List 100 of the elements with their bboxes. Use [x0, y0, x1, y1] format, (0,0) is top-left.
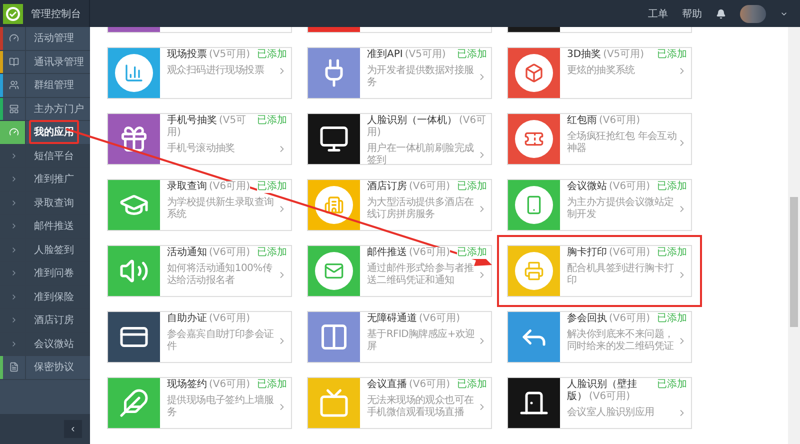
added-status: 已添加	[257, 49, 287, 61]
app-description: 解决你到底来不来问题，同时给来的发二维码凭证	[567, 329, 675, 353]
header-link[interactable]: 工单	[648, 6, 668, 20]
sidebar-item[interactable]: 准到保险	[0, 286, 90, 309]
collapse-button[interactable]: ‹	[64, 420, 82, 438]
sidebar-item[interactable]: 活动管理	[0, 27, 90, 50]
app-description: 配合机具签到进行胸卡打印	[567, 263, 675, 287]
app-title: 录取查询 (V6可用)	[167, 181, 252, 193]
app-card[interactable]: 活动通知 (V6可用) 已添加 如何将活动通知100%传达给活动报名者	[107, 245, 292, 297]
chevron-right-icon	[10, 246, 18, 254]
app-title: 红包雨 (V6可用)	[567, 115, 642, 127]
app-title: 人脸识别（壁挂版） (V6可用)	[567, 379, 638, 403]
sidebar-item[interactable]: 录取查询	[0, 192, 90, 215]
added-status: 已添加	[257, 379, 287, 391]
bell-icon[interactable]	[716, 8, 726, 18]
app-card[interactable]: 自助办证 (V6可用) 参会嘉宾自助打印参会证件	[107, 311, 292, 363]
console-title: 管理控制台	[31, 8, 81, 20]
added-status: 已添加	[257, 247, 287, 259]
logo-icon	[3, 4, 23, 24]
app-title: 参会回执 (V6可用)	[567, 313, 652, 325]
added-status: 已添加	[657, 49, 687, 61]
app-title: 无障碍通道 (V6可用)	[367, 313, 462, 325]
avatar[interactable]	[740, 4, 766, 22]
app-card[interactable]	[507, 27, 692, 33]
added-status: 已添加	[657, 181, 687, 193]
mail-icon	[324, 261, 344, 281]
app-card[interactable]: 录取查询 (V6可用) 已添加 为学校提供新生录取查询系统	[107, 179, 292, 231]
app-description: 全场疯狂抢红包 年会互动神器	[567, 131, 677, 155]
document-icon	[9, 362, 19, 372]
app-title: 邮件推送 (V6可用)	[367, 247, 452, 259]
app-card[interactable]: 酒店订房 (V6可用) 已添加 为大型活动提供多酒店在线订房拼房服务	[307, 179, 492, 231]
app-card[interactable]: 现场签约 (V6可用) 已添加 提供现场电子签约上墙服务	[107, 377, 292, 429]
sidebar-item[interactable]: 人脸签到	[0, 238, 90, 262]
app-card[interactable]: 人脸识别（一体机） (V6可用) 用户在一体机前刷脸完成签到	[307, 113, 492, 165]
app-title: 准到API (V5可用)	[367, 49, 447, 61]
app-card[interactable]: 3D抽奖 (V5可用) 已添加 更炫的抽奖系统	[507, 47, 692, 99]
app-title: 会议微站 (V6可用)	[567, 181, 652, 193]
app-card[interactable]: 手机号抽奖 (V5可用) 已添加 手机号滚动抽奖	[107, 113, 292, 165]
panel-icon	[9, 104, 19, 114]
app-card[interactable]: 红包雨 (V6可用) 全场疯狂抢红包 年会互动神器	[507, 113, 692, 165]
app-description: 如何将活动通知100%传达给活动报名者	[167, 263, 274, 287]
app-card[interactable]: 会议直播 (V6可用) 已添加 无法来现场的观众也可在手机微信观看现场直播	[307, 377, 492, 429]
sidebar-item[interactable]: 群组管理	[0, 74, 90, 98]
added-status: 已添加	[657, 247, 687, 259]
app-description: 为开发者提供数据对接服务	[367, 65, 475, 89]
app-card[interactable]: 准到API (V5可用) 已添加 为开发者提供数据对接服务	[307, 47, 492, 99]
app-description: 提供现场电子签约上墙服务	[167, 395, 275, 419]
app-card[interactable]: 无障碍通道 (V6可用) 基于RFID胸牌感应+欢迎屏	[307, 311, 492, 363]
app-card[interactable]: 胸卡打印 (V6可用) 已添加 配合机具签到进行胸卡打印	[507, 245, 692, 297]
building-icon	[324, 195, 344, 215]
sidebar-item[interactable]: 会议微站	[0, 332, 90, 356]
sidebar-item[interactable]: 准到问卷	[0, 262, 90, 286]
app-description: 为学校提供新生录取查询系统	[167, 197, 275, 221]
app-title: 现场签约 (V6可用)	[167, 379, 252, 391]
app-card[interactable]: 现场投票 (V5可用) 已添加 观众扫码进行现场投票	[107, 47, 292, 99]
chevron-right-icon	[10, 316, 18, 324]
app-card[interactable]: 邮件推送 (V6可用) 已添加 通过邮件形式给参与者推送二维码凭证和通知	[307, 245, 492, 297]
app-title: 人脸识别（一体机） (V6可用)	[367, 115, 487, 139]
gauge-icon	[9, 127, 19, 138]
printer-icon	[524, 261, 544, 281]
scrollbar[interactable]	[788, 27, 800, 444]
sidebar-item[interactable]: 酒店订房	[0, 309, 90, 332]
app-title: 会议直播 (V6可用)	[367, 379, 452, 391]
app-description: 观众扫码进行现场投票	[167, 65, 266, 77]
header-link[interactable]: 帮助	[682, 6, 702, 20]
app-description: 无法来现场的观众也可在手机微信观看现场直播	[367, 395, 475, 419]
chevron-right-icon	[10, 340, 18, 348]
sidebar-item[interactable]: 通讯录管理	[0, 50, 90, 74]
app-description: 参会嘉宾自助打印参会证件	[167, 329, 275, 353]
app-description: 为大型活动提供多酒店在线订房拼房服务	[367, 197, 475, 221]
app-title: 自助办证 (V6可用)	[167, 313, 252, 325]
app-description: 会议室人脸识别应用	[567, 407, 656, 419]
sidebar-item[interactable]: 主办方门户	[0, 98, 90, 121]
chevron-right-icon	[10, 152, 18, 160]
book-icon	[9, 56, 19, 67]
app-card[interactable]: 人脸识别（壁挂版） (V6可用) 已添加 会议室人脸识别应用	[507, 377, 692, 429]
app-description: 通过邮件形式给参与者推送二维码凭证和通知	[367, 263, 475, 287]
added-status: 已添加	[457, 49, 487, 61]
added-status: 已添加	[457, 247, 487, 259]
app-description: 更炫的抽奖系统	[567, 65, 636, 77]
sidebar-item[interactable]: 短信平台	[0, 144, 90, 168]
chevron-right-icon	[10, 198, 18, 207]
sidebar-item[interactable]: 保密协议	[0, 356, 90, 380]
app-description: 为主办方提供会议微站定制开发	[567, 197, 675, 221]
added-status: 已添加	[457, 379, 487, 391]
sidebar-item[interactable]: 准到推广	[0, 168, 90, 192]
chevron-right-icon	[10, 222, 18, 230]
chevron-right-icon	[10, 175, 18, 184]
feather-icon	[119, 388, 149, 418]
app-description: 手机号滚动抽奖	[167, 143, 236, 155]
added-status: 已添加	[657, 379, 687, 391]
gauge-icon	[9, 33, 19, 44]
cube-icon	[524, 63, 544, 83]
app-title: 酒店订房 (V6可用)	[367, 181, 452, 193]
added-status: 已添加	[257, 115, 287, 127]
app-card[interactable]: 会议微站 (V6可用) 已添加 为主办方提供会议微站定制开发	[507, 179, 692, 231]
app-card[interactable]: 参会回执 (V6可用) 已添加 解决你到底来不来问题，同时给来的发二维码凭证	[507, 311, 692, 363]
chevron-right-icon	[10, 292, 18, 301]
app-description: 用户在一体机前刷脸完成签到	[367, 143, 475, 167]
sidebar-item[interactable]: 邮件推送	[0, 215, 90, 238]
